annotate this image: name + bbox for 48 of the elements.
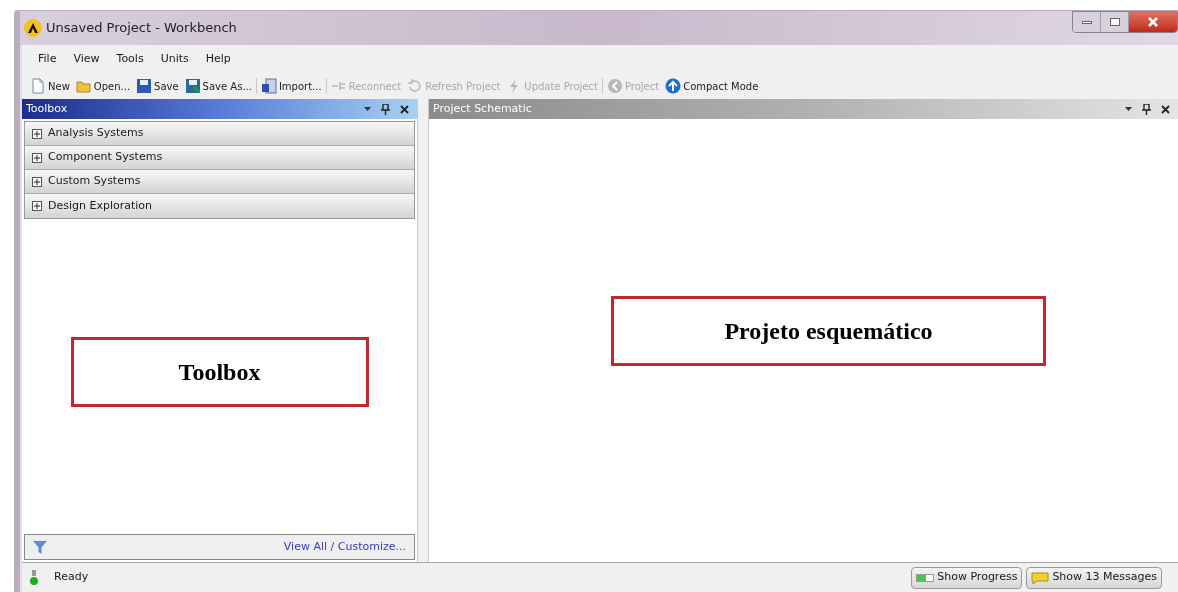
toolbar-button[interactable]: Save As... [184,78,252,94]
up-arrow-icon [665,78,682,94]
progress-bar-icon [916,573,935,582]
close-icon[interactable] [1161,104,1170,114]
close-button[interactable] [1129,12,1177,32]
toolbox-group[interactable]: Custom Systems [25,170,414,194]
menu-item[interactable]: Units [160,50,189,68]
pin-icon[interactable] [381,103,390,115]
toolbar-button[interactable]: Save [136,78,179,94]
menu-item[interactable]: Tools [116,50,144,68]
toolbar-button[interactable]: Compact Mode [665,78,759,94]
folder-icon [75,78,92,94]
import-icon [260,78,277,94]
status-button[interactable]: Show 13 Messages [1026,566,1162,589]
menu-item[interactable]: View [73,50,100,68]
maximize-button[interactable] [1101,12,1129,32]
dropdown-icon[interactable] [364,107,371,111]
toolbar-button[interactable]: New [30,78,70,94]
dropdown-icon[interactable] [1125,107,1132,111]
menu-item[interactable]: Help [205,50,231,68]
pin-icon[interactable] [1142,103,1151,115]
expand-icon[interactable] [32,201,42,211]
toolbox-group[interactable]: Analysis Systems [25,122,414,146]
status-text: Ready [54,569,89,586]
panel-title: Toolbox [26,100,68,117]
minimize-button[interactable] [1073,12,1101,32]
status-button[interactable]: Show Progress [911,566,1023,589]
annotation-label: Projeto esquemático [611,295,1046,366]
view-all-link[interactable]: View All / Customize... [283,538,406,556]
panel-title: Project Schematic [433,100,532,117]
status-light-icon [30,569,38,586]
expand-icon[interactable] [32,152,42,163]
toolbar-button[interactable]: Open... [75,78,131,94]
toolbox-group[interactable]: Component Systems [25,146,414,170]
app-logo-icon [24,19,42,37]
close-icon [1148,17,1158,27]
annotation-label: Toolbox [70,336,369,407]
filter-icon[interactable] [33,540,47,554]
close-icon[interactable] [400,104,409,114]
toolbar-button[interactable]: Import... [260,78,322,94]
menu-item[interactable]: File [38,50,57,68]
expand-icon[interactable] [32,176,42,187]
refresh-icon [407,78,424,94]
message-icon [1031,571,1050,584]
toolbox-group[interactable]: Design Exploration [25,194,414,218]
expand-icon[interactable] [32,128,42,139]
window-title: Unsaved Project - Workbench [46,19,237,38]
document-icon [30,78,46,94]
